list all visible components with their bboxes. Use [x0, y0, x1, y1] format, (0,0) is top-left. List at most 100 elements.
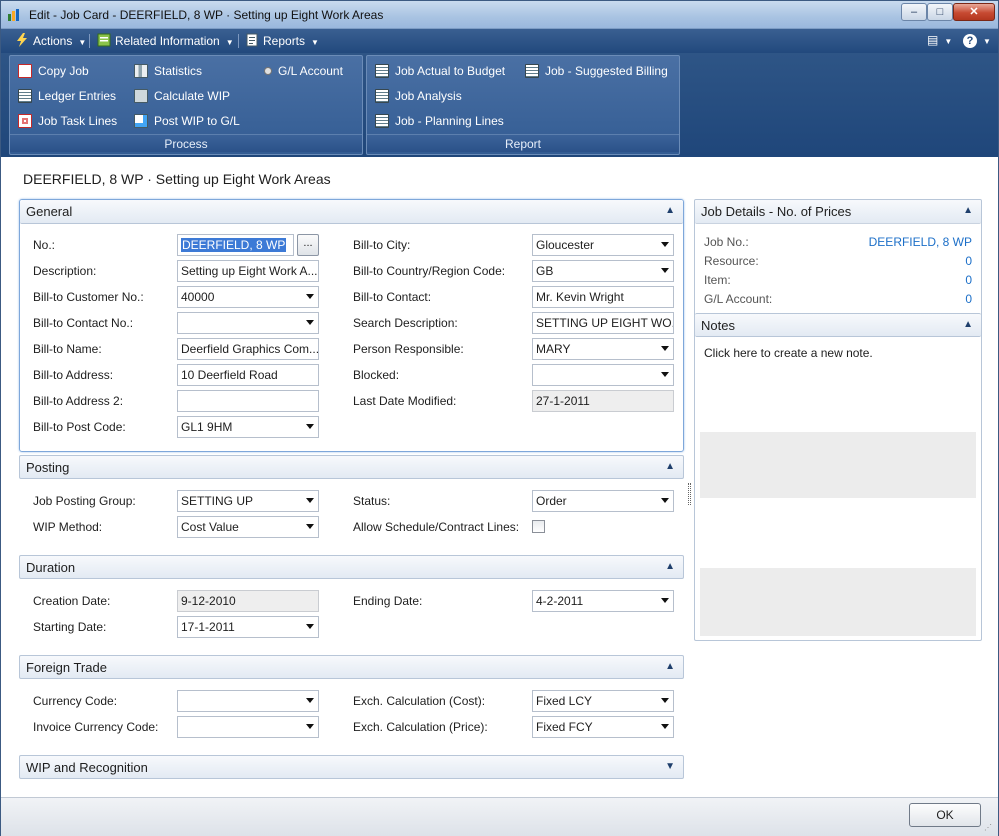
window-title: Edit - Job Card - DEERFIELD, 8 WP · Sett…	[29, 8, 384, 22]
post-wip-icon	[134, 114, 148, 128]
blocked-field[interactable]	[532, 364, 674, 386]
invoice-currency-code-field[interactable]	[177, 716, 319, 738]
dropdown-arrow-icon[interactable]	[306, 524, 314, 529]
no-field[interactable]: DEERFIELD, 8 WP	[177, 234, 294, 256]
dropdown-arrow-icon[interactable]	[306, 498, 314, 503]
factbox-job-no-link[interactable]: DEERFIELD, 8 WP	[869, 235, 972, 249]
statistics-button[interactable]: Statistics	[134, 64, 202, 78]
search-description-field[interactable]: SETTING UP EIGHT WO...	[532, 312, 674, 334]
ending-date-field[interactable]: 4-2-2011	[532, 590, 674, 612]
factbox-gl-account-link[interactable]: 0	[965, 292, 972, 306]
job-suggested-billing-button[interactable]: Job - Suggested Billing	[525, 64, 668, 78]
posting-fasttab-header[interactable]: Posting ▲	[19, 455, 684, 479]
bill-to-address-field[interactable]: 10 Deerfield Road	[177, 364, 319, 386]
dropdown-arrow-icon[interactable]	[306, 424, 314, 429]
no-assist-button[interactable]: ...	[297, 234, 319, 256]
dropdown-arrow-icon[interactable]	[306, 320, 314, 325]
dropdown-arrow-icon[interactable]	[306, 698, 314, 703]
dropdown-arrow-icon[interactable]	[661, 268, 669, 273]
create-note-link[interactable]: Click here to create a new note.	[704, 346, 873, 360]
dropdown-arrow-icon[interactable]	[661, 346, 669, 351]
notes-factbox-header[interactable]: Notes ▲	[695, 313, 981, 337]
bill-to-post-code-field[interactable]: GL1 9HM	[177, 416, 319, 438]
job-actual-to-budget-button[interactable]: Job Actual to Budget	[375, 64, 505, 78]
bill-to-address-2-field[interactable]	[177, 390, 319, 412]
bill-to-contact-no-field[interactable]	[177, 312, 319, 334]
job-details-factbox-header[interactable]: Job Details - No. of Prices ▲	[695, 200, 981, 224]
resize-grip-icon[interactable]: ⋰	[984, 823, 994, 833]
dropdown-arrow-icon[interactable]	[306, 624, 314, 629]
minimize-button[interactable]: –	[901, 3, 927, 21]
dropdown-arrow-icon[interactable]	[661, 372, 669, 377]
notes-area[interactable]	[700, 568, 976, 636]
maximize-button[interactable]: □	[927, 3, 953, 21]
chevron-down-icon[interactable]: ▼	[665, 761, 675, 772]
allow-schedule-contract-lines-checkbox[interactable]	[532, 520, 545, 533]
ledger-entries-button[interactable]: Ledger Entries	[18, 89, 116, 103]
job-task-lines-button[interactable]: Job Task Lines	[18, 114, 117, 128]
dropdown-arrow-icon[interactable]	[661, 698, 669, 703]
pane-splitter[interactable]	[688, 483, 691, 505]
close-button[interactable]: ✕	[953, 3, 995, 21]
ok-button[interactable]: OK	[909, 803, 981, 827]
calculate-wip-button[interactable]: Calculate WIP	[134, 89, 230, 103]
starting-date-label: Starting Date:	[33, 620, 107, 634]
bill-to-name-field[interactable]: Deerfield Graphics Com...	[177, 338, 319, 360]
description-field[interactable]: Setting up Eight Work A...	[177, 260, 319, 282]
exch-calculation-cost-field[interactable]: Fixed LCY	[532, 690, 674, 712]
bill-to-customer-no-field[interactable]: 40000	[177, 286, 319, 308]
ribbon-group-process: Copy Job Ledger Entries Job Task Lines S…	[9, 55, 363, 155]
bill-to-address-2-label: Bill-to Address 2:	[33, 394, 124, 408]
menu-actions[interactable]: Actions ▼	[15, 33, 86, 48]
general-fasttab-header[interactable]: General ▲	[20, 200, 683, 224]
job-analysis-button[interactable]: Job Analysis	[375, 89, 462, 103]
title-bar[interactable]: Edit - Job Card - DEERFIELD, 8 WP · Sett…	[1, 1, 998, 29]
dropdown-arrow-icon[interactable]	[661, 498, 669, 503]
dropdown-arrow-icon[interactable]	[661, 724, 669, 729]
chevron-up-icon[interactable]: ▲	[665, 461, 675, 472]
notes-area[interactable]	[700, 432, 976, 498]
bill-to-country-label: Bill-to Country/Region Code:	[353, 264, 506, 278]
dropdown-arrow-icon[interactable]	[306, 724, 314, 729]
job-posting-group-value: SETTING UP	[181, 494, 254, 508]
factbox-item-link[interactable]: 0	[965, 273, 972, 287]
dropdown-arrow-icon[interactable]	[306, 294, 314, 299]
calculate-wip-label: Calculate WIP	[154, 89, 231, 103]
exch-calculation-price-field[interactable]: Fixed FCY	[532, 716, 674, 738]
ribbon-group-report-label: Report	[367, 134, 679, 152]
chevron-up-icon[interactable]: ▲	[963, 205, 973, 216]
bill-to-contact-field[interactable]: Mr. Kevin Wright	[532, 286, 674, 308]
person-responsible-field[interactable]: MARY	[532, 338, 674, 360]
help-menu-button[interactable]: ? ▼	[963, 33, 991, 48]
bill-to-city-field[interactable]: Gloucester	[532, 234, 674, 256]
gl-account-button[interactable]: G/L Account	[262, 64, 343, 78]
dropdown-arrow-icon[interactable]	[661, 242, 669, 247]
dropdown-arrow-icon[interactable]	[661, 598, 669, 603]
starting-date-value: 17-1-2011	[181, 620, 235, 634]
job-analysis-label: Job Analysis	[395, 89, 462, 103]
duration-fasttab-header[interactable]: Duration ▲	[19, 555, 684, 579]
menu-reports[interactable]: Reports ▼	[245, 33, 319, 48]
chevron-up-icon[interactable]: ▲	[665, 205, 675, 216]
copy-job-button[interactable]: Copy Job	[18, 64, 89, 78]
status-field[interactable]: Order	[532, 490, 674, 512]
starting-date-field[interactable]: 17-1-2011	[177, 616, 319, 638]
job-suggested-billing-label: Job - Suggested Billing	[545, 64, 668, 78]
job-posting-group-field[interactable]: SETTING UP	[177, 490, 319, 512]
chevron-up-icon[interactable]: ▲	[665, 661, 675, 672]
factbox-resource-link[interactable]: 0	[965, 254, 972, 268]
wip-recognition-fasttab-header[interactable]: WIP and Recognition ▼	[19, 755, 684, 779]
menu-related-information[interactable]: Related Information ▼	[97, 33, 234, 48]
foreign-trade-fasttab-header[interactable]: Foreign Trade ▲	[19, 655, 684, 679]
currency-code-field[interactable]	[177, 690, 319, 712]
layout-menu-button[interactable]: ▤ ▼	[927, 33, 952, 47]
job-planning-lines-button[interactable]: Job - Planning Lines	[375, 114, 504, 128]
bill-to-country-field[interactable]: GB	[532, 260, 674, 282]
post-wip-to-gl-button[interactable]: Post WIP to G/L	[134, 114, 240, 128]
chevron-up-icon[interactable]: ▲	[963, 319, 973, 330]
wip-method-field[interactable]: Cost Value	[177, 516, 319, 538]
chevron-down-icon: ▼	[983, 37, 991, 46]
job-details-factbox-title: Job Details - No. of Prices	[701, 204, 852, 219]
chevron-up-icon[interactable]: ▲	[665, 561, 675, 572]
ending-date-label: Ending Date:	[353, 594, 423, 608]
